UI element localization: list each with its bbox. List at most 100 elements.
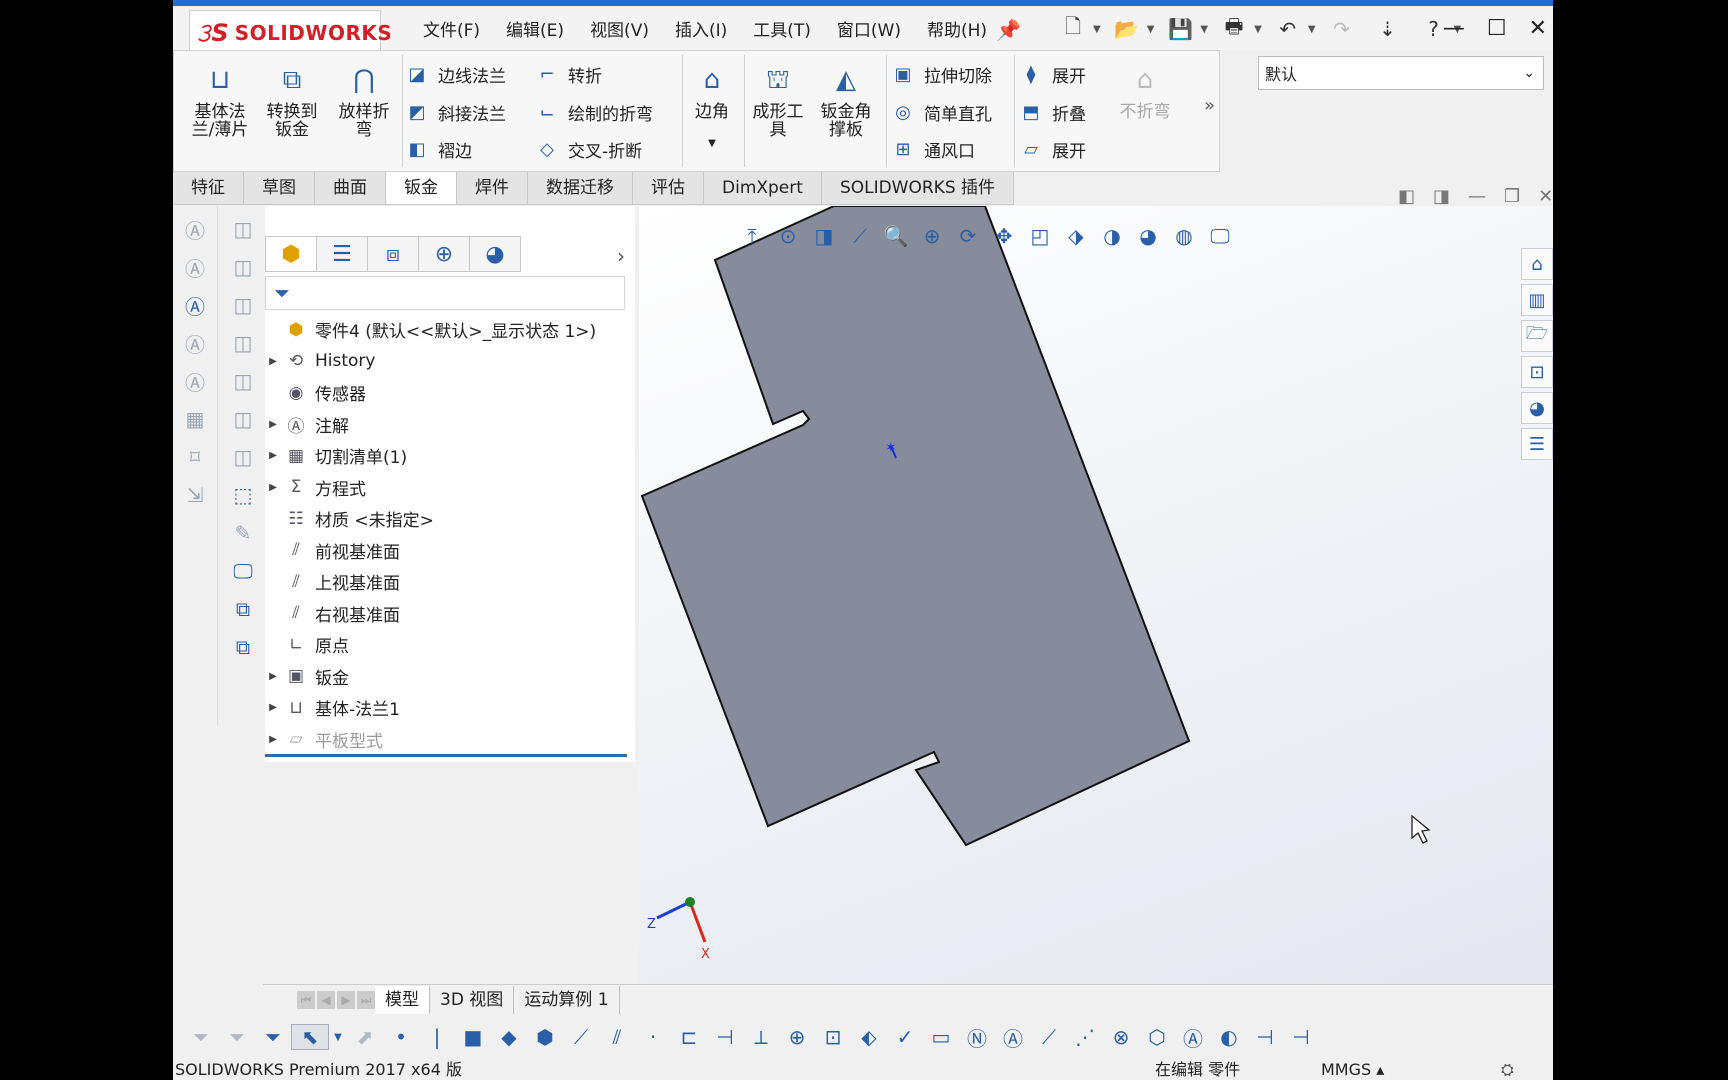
new-dropdown-icon[interactable]: ▼ xyxy=(1093,24,1101,35)
filter-sketch-segments-icon[interactable]: ⊏ xyxy=(671,1025,707,1049)
close-icon[interactable]: ✕ xyxy=(1529,16,1547,41)
view-cube-icon[interactable]: ◫ xyxy=(228,290,258,320)
base-flange-button[interactable]: ⊔ 基体法 兰/薄片 xyxy=(184,67,256,139)
save-dropdown-icon[interactable]: ▼ xyxy=(1200,24,1208,35)
tab-addins[interactable]: SOLIDWORKS 插件 xyxy=(821,172,1015,204)
filter-solid-bodies-icon[interactable]: ⬢ xyxy=(527,1025,563,1049)
doc-close-icon[interactable]: ✕ xyxy=(1538,186,1553,207)
expand-icon[interactable]: ▶ xyxy=(265,734,281,745)
tree-item-origin[interactable]: ∟ 原点 xyxy=(265,629,635,661)
filter-dowel-pin-icon[interactable]: ◐ xyxy=(1211,1025,1247,1049)
zoom-icon[interactable]: 🔍 xyxy=(883,224,909,248)
filter-dimensions-icon[interactable]: ⊡ xyxy=(815,1025,851,1049)
select-tool-icon[interactable]: ⬚ xyxy=(228,480,258,510)
weld-symbol-icon[interactable]: ▦ xyxy=(180,404,210,434)
doc-restore-icon[interactable]: ❐ xyxy=(1504,186,1520,207)
new-file-icon[interactable]: 🗋 xyxy=(1053,14,1093,44)
filter-weld-bead-icon[interactable]: ⋰ xyxy=(1067,1025,1103,1049)
note-icon[interactable]: Ⓐ xyxy=(180,214,210,244)
lofted-bend-button[interactable]: ⋂ 放样折 弯 xyxy=(328,67,400,139)
undo-dropdown-icon[interactable]: ▼ xyxy=(1308,24,1316,35)
property-manager-tab-icon[interactable]: ☰ xyxy=(316,236,368,272)
jog-button[interactable]: ⌐ 转折 xyxy=(534,59,602,89)
select-options-icon[interactable]: ⇣ xyxy=(1368,14,1408,44)
unit-system-selector[interactable]: MMGS ▴ xyxy=(1321,1060,1384,1080)
sheet-metal-part[interactable] xyxy=(640,206,1191,847)
filter-edges-icon[interactable]: | xyxy=(419,1025,455,1049)
miter-flange-button[interactable]: ◩ 斜接法兰 xyxy=(404,97,506,127)
print-icon[interactable]: 🖶 xyxy=(1214,14,1254,44)
expand-icon[interactable]: ▶ xyxy=(265,450,281,461)
tab-evaluate[interactable]: 评估 xyxy=(633,172,704,204)
zoom-area-icon[interactable]: ⊕ xyxy=(919,224,945,248)
view-cube-icon[interactable]: ◫ xyxy=(228,404,258,434)
tree-item-front-plane[interactable]: ⫽ 前视基准面 xyxy=(265,535,635,567)
rotate-icon[interactable]: ⟳ xyxy=(955,224,981,248)
expand-icon[interactable]: ▶ xyxy=(265,482,281,493)
print-dropdown-icon[interactable]: ▼ xyxy=(1254,24,1262,35)
tree-item-cutlist[interactable]: ▶ ▦ 切割清单(1) xyxy=(265,440,635,472)
section-view-icon[interactable]: ◨ xyxy=(811,224,837,248)
next-tab-icon[interactable]: ▶ xyxy=(337,991,355,1009)
unfold-button[interactable]: ⧫ 展开 xyxy=(1018,59,1086,89)
paste-icon[interactable]: ⧉ xyxy=(228,632,258,662)
forming-tool-button[interactable]: ⛫ 成形工 具 xyxy=(742,67,814,139)
expand-icon[interactable]: ▶ xyxy=(265,702,281,713)
simple-hole-button[interactable]: ◎ 简单直孔 xyxy=(890,97,992,127)
ribbon-more-icon[interactable]: » xyxy=(1204,95,1215,116)
select-dropdown-icon[interactable]: ▼ xyxy=(329,1032,347,1043)
filter-cosmetic-thread-icon[interactable]: ⬡ xyxy=(1139,1025,1175,1049)
filter-sketch-points-icon[interactable]: · xyxy=(635,1025,671,1049)
feature-tree-tab-icon[interactable]: ⬢ xyxy=(265,236,317,272)
design-library-icon[interactable]: ▥ xyxy=(1521,284,1553,316)
display-manager-tab-icon[interactable]: ◕ xyxy=(469,236,521,272)
fold-button[interactable]: ⬒ 折叠 xyxy=(1018,97,1086,127)
view-cube-icon[interactable]: ◫ xyxy=(228,214,258,244)
menu-insert[interactable]: 插入(I) xyxy=(675,16,727,41)
tree-filter-input[interactable]: ⏷ xyxy=(265,276,625,310)
filter-surface-bodies-icon[interactable]: ◆ xyxy=(491,1025,527,1049)
open-file-icon[interactable]: 📂 xyxy=(1107,14,1147,44)
smart-dimension-icon[interactable]: ⇲ xyxy=(180,480,210,510)
expand-icon[interactable]: ▶ xyxy=(265,419,281,430)
filter-planes-icon[interactable]: ⫽ xyxy=(599,1025,635,1049)
filter-vertices-icon[interactable]: • xyxy=(383,1025,419,1049)
first-tab-icon[interactable]: ⏮ xyxy=(297,991,315,1009)
view-orientation-icon[interactable]: ◰ xyxy=(1027,224,1053,248)
doc-minimize-icon[interactable]: — xyxy=(1468,186,1486,207)
maximize-icon[interactable]: ☐ xyxy=(1487,16,1507,41)
auto-balloon-icon[interactable]: Ⓐ xyxy=(180,290,210,320)
configuration-dropdown[interactable]: 默认 ⌄ xyxy=(1258,56,1544,90)
home-icon[interactable]: ⌂ xyxy=(1521,248,1553,280)
tree-item-sheet-metal[interactable]: ▶ ▣ 钣金 xyxy=(265,661,635,693)
gusset-button[interactable]: ◭ 钣金角 撑板 xyxy=(810,67,882,139)
filter-datum-target-icon[interactable]: ⊗ xyxy=(1103,1025,1139,1049)
display-style-icon[interactable]: ⬗ xyxy=(1063,224,1089,248)
hem-button[interactable]: ◧ 褶边 xyxy=(404,134,472,164)
display-icon[interactable]: 🖵 xyxy=(228,556,258,586)
select-cursor-icon[interactable]: ⬉ xyxy=(291,1024,329,1050)
view-cube-icon[interactable]: ◫ xyxy=(228,366,258,396)
custom-properties-icon[interactable]: ☰ xyxy=(1521,428,1553,460)
balloon-icon[interactable]: Ⓐ xyxy=(180,252,210,282)
minimize-icon[interactable]: — xyxy=(1443,16,1465,41)
filter-centerline-icon[interactable]: ⊕ xyxy=(779,1025,815,1049)
graphics-viewport[interactable]: ✶ Z X ⤒ ⊙ ◨ ⟋ 🔍 ⊕ ⟳ ✥ ◰ ⬗ ◑ ◕ ◍ 🖵 xyxy=(639,206,1553,986)
filter-geometric-tolerance-icon[interactable]: ✓ xyxy=(887,1025,923,1049)
filter-icon[interactable]: ⏷ xyxy=(183,1025,219,1049)
rebuild-status-icon[interactable]: ⛭ xyxy=(1501,1060,1514,1080)
filter-connection-points-icon[interactable]: ⊣ xyxy=(1247,1025,1283,1049)
apply-scene-icon[interactable]: ◍ xyxy=(1171,224,1197,248)
edge-flange-button[interactable]: ◪ 边线法兰 xyxy=(404,59,506,89)
menu-help[interactable]: 帮助(H) xyxy=(927,16,987,41)
dynamic-annotation-icon[interactable]: ⟋ xyxy=(847,224,873,248)
corners-button[interactable]: ⌂ 边角 ▼ xyxy=(682,67,742,153)
tree-item-sensors[interactable]: ◉ 传感器 xyxy=(265,377,635,409)
filter-axes-icon[interactable]: ⟋ xyxy=(563,1025,599,1049)
filter-blocks-icon[interactable]: Ⓐ xyxy=(1175,1023,1211,1052)
hole-callout-icon[interactable]: ⌑ xyxy=(180,442,210,472)
surface-finish-icon[interactable]: Ⓐ xyxy=(180,328,210,358)
corners-dropdown-icon[interactable]: ▼ xyxy=(682,135,742,153)
tab-sheet-metal[interactable]: 钣金 xyxy=(386,172,457,204)
filter-faces-icon[interactable]: ■ xyxy=(455,1025,491,1049)
